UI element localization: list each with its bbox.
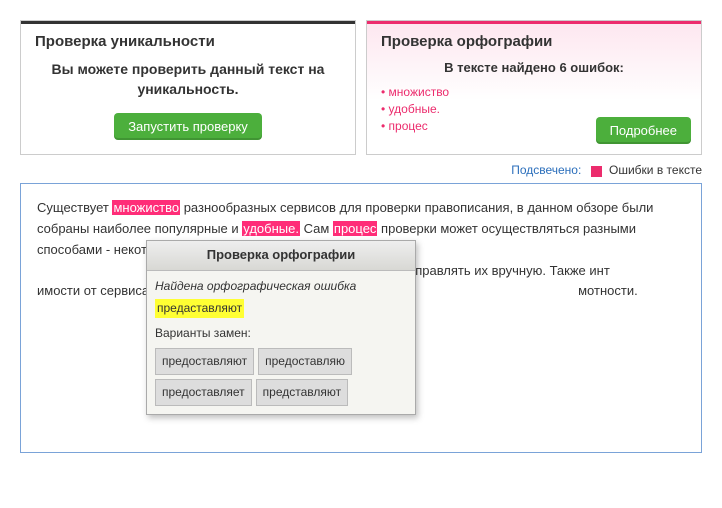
uniqueness-subtitle: Вы можете проверить данный текст на уник… (35, 60, 341, 99)
error-highlight[interactable]: удобные. (242, 221, 300, 236)
legend-swatch-icon (591, 166, 602, 177)
spellcheck-popup: Проверка орфографии Найдена орфографичес… (146, 240, 416, 415)
spellcheck-title: Проверка орфографии (381, 33, 687, 50)
spellcheck-subtitle: В тексте найдено 6 ошибок: (381, 60, 687, 75)
uniqueness-title: Проверка уникальности (35, 33, 341, 50)
suggestion-item[interactable]: предоставляет (155, 379, 252, 406)
text-fragment: Сам (300, 221, 333, 236)
text-fragment: Существует (37, 200, 112, 215)
error-highlight[interactable]: процес (333, 221, 378, 236)
popup-title: Проверка орфографии (147, 241, 415, 271)
legend-name: Ошибки в тексте (609, 163, 702, 177)
run-check-button[interactable]: Запустить проверку (114, 113, 262, 140)
error-item[interactable]: множиство (381, 85, 687, 99)
suggestion-item[interactable]: представляют (256, 379, 348, 406)
popup-error-word: предаставляют (155, 299, 244, 318)
suggestion-item[interactable]: предоставляют (155, 348, 254, 375)
popup-suggestions-label: Варианты замен: (155, 324, 407, 343)
suggestion-item[interactable]: предоставляю (258, 348, 352, 375)
error-item[interactable]: удобные. (381, 102, 687, 116)
error-highlight[interactable]: множиство (112, 200, 180, 215)
text-editor[interactable]: Существует множиство разнообразных серви… (20, 183, 702, 453)
suggestion-list: предоставляют предоставляю предоставляет… (155, 348, 407, 406)
uniqueness-panel: Проверка уникальности Вы можете проверит… (20, 20, 356, 155)
legend-label: Подсвечено: (511, 163, 581, 177)
legend: Подсвечено: Ошибки в тексте (20, 163, 702, 177)
details-button[interactable]: Подробнее (596, 117, 691, 144)
spellcheck-panel: Проверка орфографии В тексте найдено 6 о… (366, 20, 702, 155)
popup-message: Найдена орфографическая ошибка (155, 277, 407, 296)
